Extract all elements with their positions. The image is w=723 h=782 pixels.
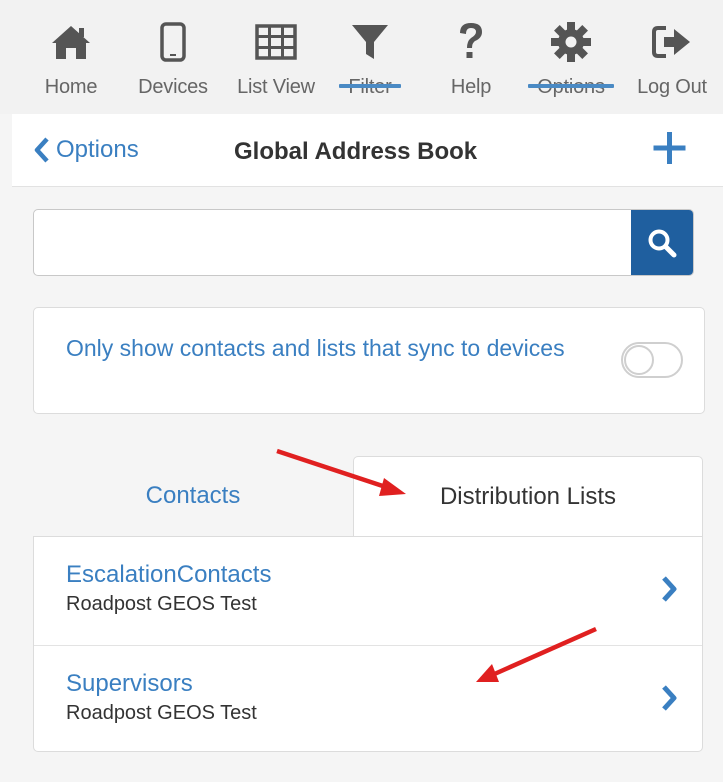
phone-icon	[149, 18, 197, 66]
chevron-left-icon	[34, 137, 50, 163]
distribution-list: EscalationContacts Roadpost GEOS Test Su…	[33, 536, 703, 752]
nav-help-label: Help	[450, 76, 492, 98]
nav-devices-label: Devices	[138, 76, 208, 98]
top-nav: Home Devices List View Help Log Out	[0, 0, 723, 114]
search-icon	[648, 229, 677, 257]
search-button[interactable]	[631, 210, 693, 275]
sync-toggle[interactable]	[621, 342, 683, 378]
home-icon	[47, 18, 95, 66]
plus-icon	[653, 132, 686, 164]
page-title: Global Address Book	[234, 138, 478, 165]
back-button[interactable]: Options	[34, 136, 139, 164]
search-bar	[33, 209, 694, 276]
list-item-subtitle: Roadpost GEOS Test	[66, 702, 257, 724]
grid-icon	[252, 18, 300, 66]
search-input[interactable]	[34, 210, 630, 275]
sync-filter-label: Only show contacts and lists that sync t…	[66, 335, 565, 361]
nav-list-view[interactable]: List View	[228, 18, 324, 110]
nav-filter[interactable]: Filter	[338, 18, 402, 110]
list-item-title: EscalationContacts	[66, 561, 272, 588]
logout-icon	[648, 18, 696, 66]
nav-home[interactable]: Home	[36, 18, 106, 110]
chevron-right-icon	[662, 685, 677, 711]
list-item[interactable]: EscalationContacts Roadpost GEOS Test	[34, 537, 702, 645]
sync-filter-card: Only show contacts and lists that sync t…	[33, 307, 705, 414]
nav-home-label: Home	[44, 76, 98, 98]
nav-help[interactable]: Help	[440, 18, 502, 110]
list-item-title: Supervisors	[66, 670, 193, 697]
gear-icon	[547, 18, 595, 66]
list-item-subtitle: Roadpost GEOS Test	[66, 593, 257, 615]
nav-list-view-label: List View	[237, 76, 315, 98]
tab-contacts[interactable]: Contacts	[33, 456, 353, 536]
nav-log-out-label: Log Out	[637, 76, 707, 98]
list-item[interactable]: Supervisors Roadpost GEOS Test	[34, 645, 702, 754]
filter-icon	[346, 18, 394, 66]
page-header: Options Global Address Book	[12, 114, 723, 187]
filter-active-indicator	[339, 84, 401, 88]
nav-devices[interactable]: Devices	[128, 18, 218, 110]
chevron-right-icon	[662, 576, 677, 602]
options-active-indicator	[528, 84, 614, 88]
nav-log-out[interactable]: Log Out	[626, 18, 718, 110]
nav-options[interactable]: Options	[526, 18, 616, 110]
tab-distribution-lists[interactable]: Distribution Lists	[353, 456, 703, 536]
back-button-label: Options	[56, 136, 139, 163]
toggle-knob	[624, 345, 654, 375]
question-icon	[447, 18, 495, 66]
add-button[interactable]	[650, 128, 690, 168]
